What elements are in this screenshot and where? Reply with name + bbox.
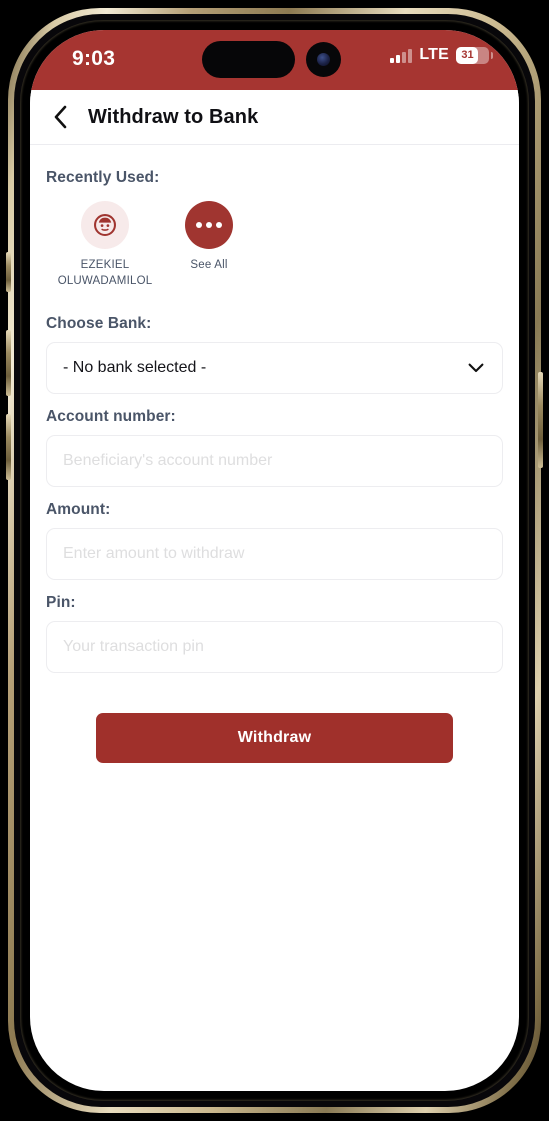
action-button[interactable] bbox=[6, 252, 11, 292]
chevron-left-icon bbox=[54, 105, 67, 129]
network-type-label: LTE bbox=[419, 46, 449, 63]
main-content: Recently Used: EZEKIEL OLUWADAMILOL See … bbox=[30, 145, 519, 764]
pin-label: Pin: bbox=[46, 594, 76, 612]
chevron-down-icon bbox=[468, 363, 484, 373]
volume-down-button[interactable] bbox=[6, 414, 11, 480]
recent-beneficiary-name: EZEKIEL OLUWADAMILOL bbox=[57, 259, 153, 287]
recently-used-label: Recently Used: bbox=[46, 169, 160, 186]
status-indicators: LTE 31 bbox=[390, 46, 493, 64]
avatar bbox=[81, 201, 129, 249]
choose-bank-label: Choose Bank: bbox=[46, 315, 152, 333]
screenshot-root: 9:03 LTE 31 Withdraw to Bank Recently Us… bbox=[0, 0, 549, 1121]
front-camera-icon bbox=[306, 42, 341, 77]
see-all-item[interactable]: See All bbox=[170, 201, 248, 289]
app-header: Withdraw to Bank bbox=[30, 90, 519, 145]
pin-group: Pin: bbox=[46, 594, 503, 674]
submit-area: Withdraw bbox=[46, 687, 503, 764]
battery-cap bbox=[490, 51, 493, 59]
amount-group: Amount: bbox=[46, 501, 503, 581]
bank-select[interactable]: - No bank selected - bbox=[46, 342, 503, 395]
amount-input[interactable] bbox=[46, 528, 503, 581]
account-number-label: Account number: bbox=[46, 408, 176, 426]
person-face-icon bbox=[94, 214, 116, 236]
account-number-input[interactable] bbox=[46, 435, 503, 488]
battery-icon: 31 bbox=[456, 46, 493, 64]
account-number-group: Account number: bbox=[46, 408, 503, 488]
dynamic-island bbox=[202, 41, 295, 78]
recently-used-list: EZEKIEL OLUWADAMILOL See All bbox=[46, 201, 503, 289]
power-button[interactable] bbox=[538, 372, 543, 468]
see-all-label: See All bbox=[190, 259, 228, 271]
withdraw-button[interactable]: Withdraw bbox=[96, 713, 453, 764]
phone-screen: 9:03 LTE 31 Withdraw to Bank Recently Us… bbox=[30, 30, 519, 1091]
bank-select-value: - No bank selected - bbox=[63, 359, 207, 377]
signal-strength-icon bbox=[390, 48, 413, 63]
recent-beneficiary-item[interactable]: EZEKIEL OLUWADAMILOL bbox=[58, 201, 152, 289]
status-time: 9:03 bbox=[72, 47, 116, 70]
amount-label: Amount: bbox=[46, 501, 111, 519]
status-bar: 9:03 LTE 31 bbox=[30, 30, 519, 90]
back-button[interactable] bbox=[38, 95, 82, 139]
volume-up-button[interactable] bbox=[6, 330, 11, 396]
choose-bank-group: Choose Bank: - No bank selected - bbox=[46, 315, 503, 395]
page-title: Withdraw to Bank bbox=[88, 105, 259, 128]
ellipsis-icon bbox=[185, 201, 233, 249]
battery-percent-label: 31 bbox=[461, 49, 474, 61]
pin-input[interactable] bbox=[46, 621, 503, 674]
